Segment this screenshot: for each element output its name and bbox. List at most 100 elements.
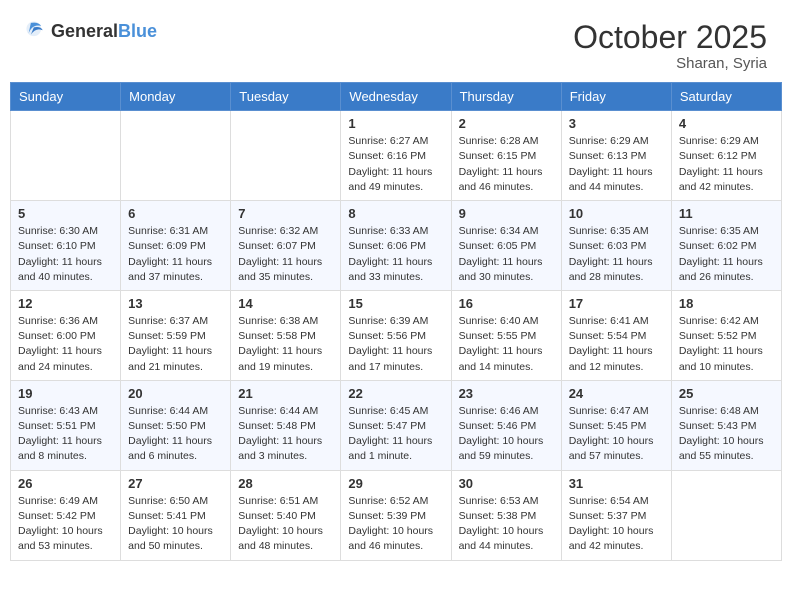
day-info: Sunrise: 6:44 AMSunset: 5:50 PMDaylight:… — [128, 404, 223, 465]
day-number: 17 — [569, 296, 664, 311]
day-info: Sunrise: 6:35 AMSunset: 6:02 PMDaylight:… — [679, 224, 774, 285]
day-number: 29 — [348, 476, 443, 491]
calendar-week-row: 19 Sunrise: 6:43 AMSunset: 5:51 PMDaylig… — [11, 380, 782, 470]
col-friday: Friday — [561, 83, 671, 111]
day-number: 1 — [348, 116, 443, 131]
day-info: Sunrise: 6:35 AMSunset: 6:03 PMDaylight:… — [569, 224, 664, 285]
day-info: Sunrise: 6:39 AMSunset: 5:56 PMDaylight:… — [348, 314, 443, 375]
day-info: Sunrise: 6:48 AMSunset: 5:43 PMDaylight:… — [679, 404, 774, 465]
calendar-cell: 15 Sunrise: 6:39 AMSunset: 5:56 PMDaylig… — [341, 290, 451, 380]
day-number: 8 — [348, 206, 443, 221]
day-info: Sunrise: 6:40 AMSunset: 5:55 PMDaylight:… — [459, 314, 554, 375]
day-info: Sunrise: 6:32 AMSunset: 6:07 PMDaylight:… — [238, 224, 333, 285]
day-number: 25 — [679, 386, 774, 401]
calendar-cell: 23 Sunrise: 6:46 AMSunset: 5:46 PMDaylig… — [451, 380, 561, 470]
col-tuesday: Tuesday — [231, 83, 341, 111]
calendar-cell: 22 Sunrise: 6:45 AMSunset: 5:47 PMDaylig… — [341, 380, 451, 470]
day-number: 21 — [238, 386, 333, 401]
day-number: 7 — [238, 206, 333, 221]
day-number: 15 — [348, 296, 443, 311]
day-info: Sunrise: 6:31 AMSunset: 6:09 PMDaylight:… — [128, 224, 223, 285]
day-number: 16 — [459, 296, 554, 311]
logo-blue-text: Blue — [118, 21, 157, 41]
calendar-cell: 18 Sunrise: 6:42 AMSunset: 5:52 PMDaylig… — [671, 290, 781, 380]
calendar-cell — [671, 470, 781, 560]
calendar-cell: 2 Sunrise: 6:28 AMSunset: 6:15 PMDayligh… — [451, 111, 561, 201]
calendar-week-row: 12 Sunrise: 6:36 AMSunset: 6:00 PMDaylig… — [11, 290, 782, 380]
day-number: 27 — [128, 476, 223, 491]
day-info: Sunrise: 6:49 AMSunset: 5:42 PMDaylight:… — [18, 494, 113, 555]
day-info: Sunrise: 6:54 AMSunset: 5:37 PMDaylight:… — [569, 494, 664, 555]
day-info: Sunrise: 6:43 AMSunset: 5:51 PMDaylight:… — [18, 404, 113, 465]
day-number: 28 — [238, 476, 333, 491]
day-number: 19 — [18, 386, 113, 401]
logo-icon — [25, 20, 47, 42]
calendar-cell: 7 Sunrise: 6:32 AMSunset: 6:07 PMDayligh… — [231, 201, 341, 291]
col-sunday: Sunday — [11, 83, 121, 111]
day-info: Sunrise: 6:34 AMSunset: 6:05 PMDaylight:… — [459, 224, 554, 285]
day-number: 4 — [679, 116, 774, 131]
calendar-cell: 20 Sunrise: 6:44 AMSunset: 5:50 PMDaylig… — [121, 380, 231, 470]
calendar-header-row: Sunday Monday Tuesday Wednesday Thursday… — [11, 83, 782, 111]
calendar-cell: 16 Sunrise: 6:40 AMSunset: 5:55 PMDaylig… — [451, 290, 561, 380]
day-info: Sunrise: 6:28 AMSunset: 6:15 PMDaylight:… — [459, 134, 554, 195]
day-info: Sunrise: 6:38 AMSunset: 5:58 PMDaylight:… — [238, 314, 333, 375]
day-number: 18 — [679, 296, 774, 311]
logo: GeneralBlue — [25, 20, 157, 42]
calendar-cell: 21 Sunrise: 6:44 AMSunset: 5:48 PMDaylig… — [231, 380, 341, 470]
calendar-cell: 11 Sunrise: 6:35 AMSunset: 6:02 PMDaylig… — [671, 201, 781, 291]
day-info: Sunrise: 6:36 AMSunset: 6:00 PMDaylight:… — [18, 314, 113, 375]
month-title: October 2025 — [573, 20, 767, 55]
calendar-cell — [11, 111, 121, 201]
logo-general-text: General — [51, 21, 118, 41]
calendar-cell: 17 Sunrise: 6:41 AMSunset: 5:54 PMDaylig… — [561, 290, 671, 380]
day-number: 26 — [18, 476, 113, 491]
calendar-cell: 1 Sunrise: 6:27 AMSunset: 6:16 PMDayligh… — [341, 111, 451, 201]
calendar-cell: 4 Sunrise: 6:29 AMSunset: 6:12 PMDayligh… — [671, 111, 781, 201]
day-info: Sunrise: 6:46 AMSunset: 5:46 PMDaylight:… — [459, 404, 554, 465]
day-info: Sunrise: 6:51 AMSunset: 5:40 PMDaylight:… — [238, 494, 333, 555]
day-info: Sunrise: 6:42 AMSunset: 5:52 PMDaylight:… — [679, 314, 774, 375]
day-number: 22 — [348, 386, 443, 401]
day-info: Sunrise: 6:33 AMSunset: 6:06 PMDaylight:… — [348, 224, 443, 285]
title-block: October 2025 Sharan, Syria — [573, 20, 767, 72]
day-info: Sunrise: 6:47 AMSunset: 5:45 PMDaylight:… — [569, 404, 664, 465]
day-info: Sunrise: 6:37 AMSunset: 5:59 PMDaylight:… — [128, 314, 223, 375]
day-info: Sunrise: 6:27 AMSunset: 6:16 PMDaylight:… — [348, 134, 443, 195]
calendar-cell: 24 Sunrise: 6:47 AMSunset: 5:45 PMDaylig… — [561, 380, 671, 470]
day-number: 11 — [679, 206, 774, 221]
day-info: Sunrise: 6:45 AMSunset: 5:47 PMDaylight:… — [348, 404, 443, 465]
calendar-cell: 9 Sunrise: 6:34 AMSunset: 6:05 PMDayligh… — [451, 201, 561, 291]
calendar-cell: 6 Sunrise: 6:31 AMSunset: 6:09 PMDayligh… — [121, 201, 231, 291]
day-number: 31 — [569, 476, 664, 491]
calendar-week-row: 5 Sunrise: 6:30 AMSunset: 6:10 PMDayligh… — [11, 201, 782, 291]
day-info: Sunrise: 6:29 AMSunset: 6:12 PMDaylight:… — [679, 134, 774, 195]
calendar-table: Sunday Monday Tuesday Wednesday Thursday… — [10, 82, 782, 560]
calendar-cell: 3 Sunrise: 6:29 AMSunset: 6:13 PMDayligh… — [561, 111, 671, 201]
day-number: 3 — [569, 116, 664, 131]
calendar-cell: 27 Sunrise: 6:50 AMSunset: 5:41 PMDaylig… — [121, 470, 231, 560]
calendar-week-row: 1 Sunrise: 6:27 AMSunset: 6:16 PMDayligh… — [11, 111, 782, 201]
calendar-cell: 14 Sunrise: 6:38 AMSunset: 5:58 PMDaylig… — [231, 290, 341, 380]
day-number: 23 — [459, 386, 554, 401]
day-info: Sunrise: 6:29 AMSunset: 6:13 PMDaylight:… — [569, 134, 664, 195]
col-saturday: Saturday — [671, 83, 781, 111]
calendar-cell: 19 Sunrise: 6:43 AMSunset: 5:51 PMDaylig… — [11, 380, 121, 470]
calendar-cell: 30 Sunrise: 6:53 AMSunset: 5:38 PMDaylig… — [451, 470, 561, 560]
col-thursday: Thursday — [451, 83, 561, 111]
calendar-cell: 29 Sunrise: 6:52 AMSunset: 5:39 PMDaylig… — [341, 470, 451, 560]
day-info: Sunrise: 6:44 AMSunset: 5:48 PMDaylight:… — [238, 404, 333, 465]
calendar-cell — [231, 111, 341, 201]
calendar-cell: 25 Sunrise: 6:48 AMSunset: 5:43 PMDaylig… — [671, 380, 781, 470]
col-wednesday: Wednesday — [341, 83, 451, 111]
day-number: 24 — [569, 386, 664, 401]
calendar-cell: 5 Sunrise: 6:30 AMSunset: 6:10 PMDayligh… — [11, 201, 121, 291]
day-info: Sunrise: 6:53 AMSunset: 5:38 PMDaylight:… — [459, 494, 554, 555]
day-number: 20 — [128, 386, 223, 401]
calendar-cell: 28 Sunrise: 6:51 AMSunset: 5:40 PMDaylig… — [231, 470, 341, 560]
day-info: Sunrise: 6:50 AMSunset: 5:41 PMDaylight:… — [128, 494, 223, 555]
calendar-cell: 13 Sunrise: 6:37 AMSunset: 5:59 PMDaylig… — [121, 290, 231, 380]
day-info: Sunrise: 6:52 AMSunset: 5:39 PMDaylight:… — [348, 494, 443, 555]
calendar-cell: 26 Sunrise: 6:49 AMSunset: 5:42 PMDaylig… — [11, 470, 121, 560]
day-number: 13 — [128, 296, 223, 311]
